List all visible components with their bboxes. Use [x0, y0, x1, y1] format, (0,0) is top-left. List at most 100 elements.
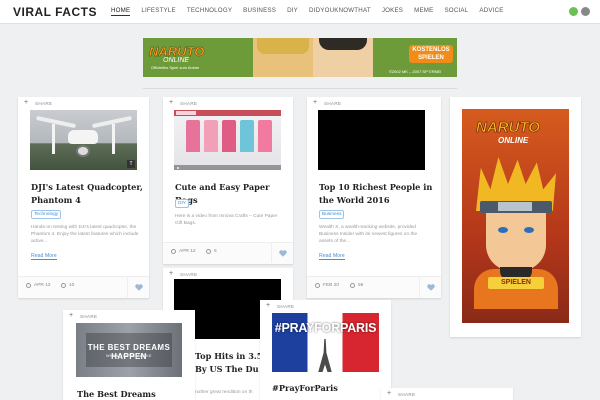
main-nav: HOME LIFESTYLE TECHNOLOGY BUSINESS DIY D… — [111, 7, 515, 16]
paper-bag — [204, 120, 218, 152]
banner-logo: NARUTO ONLINE Offizielles Spiel zum Anim… — [149, 44, 209, 70]
video-title-bar — [174, 110, 281, 116]
like-heart-icon[interactable] — [127, 277, 149, 297]
article-card-richest: + SHARE Top 10 Richest People in the Wor… — [307, 97, 441, 298]
nav-home[interactable]: HOME — [111, 7, 131, 16]
plus-icon[interactable]: + — [266, 302, 270, 309]
eye-icon — [61, 283, 66, 288]
nav-business[interactable]: BUSINESS — [243, 7, 276, 16]
plus-icon[interactable]: + — [169, 270, 173, 277]
category-tag[interactable]: Technology — [31, 210, 62, 219]
character-headband-plate — [498, 202, 532, 211]
banner-character-2 — [313, 38, 373, 77]
article-card-drone: + SHARE T DJI's Latest Quadcopter, Phant… — [18, 97, 149, 298]
share-link[interactable]: SHARE — [80, 314, 97, 319]
article-card-pray-for-paris: + SHARE #PRAYFORPARIS #PrayForParis — [260, 300, 391, 400]
card-title[interactable]: The Best Dreams Happen — [77, 388, 193, 400]
card-footer: APR 12 6 — [163, 242, 293, 264]
paper-bag — [240, 120, 254, 152]
card-share-bar: + SHARE — [163, 268, 293, 279]
nav-social[interactable]: SOCIAL — [444, 7, 468, 16]
like-heart-icon[interactable] — [419, 277, 441, 297]
read-more-link[interactable]: Read More — [319, 253, 345, 260]
nav-didyouknowthat[interactable]: DIDYOUKNOWTHAT — [309, 7, 371, 16]
paper-bags-thumbnail[interactable] — [174, 110, 281, 170]
nav-meme[interactable]: MEME — [414, 7, 433, 16]
character-face — [486, 211, 546, 271]
category-tag[interactable]: Business — [319, 210, 345, 219]
ad-logo-sub: ONLINE — [498, 136, 529, 145]
rss-icon[interactable] — [581, 7, 590, 16]
sidebar-ad-card: NARUTO ONLINE SPIELEN — [450, 97, 581, 337]
card-footer: FEB 20 59 — [307, 276, 441, 298]
nav-jokes[interactable]: JOKES — [382, 7, 403, 16]
banner-logo-sub: ONLINE — [163, 57, 190, 64]
character-eye — [524, 227, 534, 233]
nav-diy[interactable]: DIY — [287, 7, 298, 16]
nav-advice[interactable]: ADVICE — [479, 7, 503, 16]
channel-logo — [176, 111, 196, 115]
category-tag[interactable]: DIY — [175, 199, 189, 208]
card-footer: APR 12 10 — [18, 276, 149, 298]
card-title[interactable]: #PrayForParis — [272, 382, 388, 395]
share-link[interactable]: SHARE — [324, 101, 341, 106]
eye-icon — [350, 283, 355, 288]
thumb-headline: THE BEST DREAMS HAPPEN — [76, 343, 182, 361]
character-eye — [498, 227, 508, 233]
article-card-dreams: + SHARE THE BEST DREAMS HAPPEN WHEN YOU'… — [63, 310, 195, 400]
plus-icon[interactable]: + — [69, 312, 73, 319]
like-heart-icon[interactable] — [271, 243, 293, 263]
banner-logo-tagline: Offizielles Spiel zum Anime — [151, 65, 200, 70]
eiffel-tower-icon — [318, 339, 332, 372]
share-link[interactable]: SHARE — [35, 101, 52, 106]
video-badge-icon: T — [127, 160, 135, 168]
view-count: 10 — [69, 283, 75, 288]
paris-thumbnail[interactable]: #PRAYFORPARIS — [272, 313, 379, 372]
drone-leg — [112, 124, 115, 154]
share-link[interactable]: SHARE — [277, 304, 294, 309]
view-count: 59 — [358, 283, 364, 288]
card-excerpt: Hands-on testing with DJI's latest quadc… — [31, 225, 139, 244]
drone-thumbnail[interactable]: T — [30, 110, 137, 170]
banner-cta-button[interactable]: KOSTENLOS SPIELEN — [409, 45, 453, 63]
card-share-bar: + SHARE — [18, 97, 149, 108]
drone-leg — [52, 124, 55, 154]
paper-bag — [258, 120, 272, 152]
plus-icon[interactable]: + — [24, 99, 28, 106]
share-link[interactable]: SHARE — [180, 272, 197, 277]
ad-play-button[interactable]: SPIELEN — [488, 277, 544, 289]
video-controls[interactable] — [174, 165, 281, 170]
paper-bag — [222, 120, 236, 152]
card-title[interactable]: Cute and Easy Paper Bags — [175, 181, 287, 207]
thumb-subline: WHEN YOU'RE AWAKE — [106, 354, 152, 358]
richest-thumbnail[interactable] — [318, 110, 425, 170]
banner-ad[interactable]: NARUTO ONLINE Offizielles Spiel zum Anim… — [143, 38, 457, 77]
post-date: APR 12 — [179, 249, 196, 254]
card-excerpt: Wealth X, a wealth-tracking website, pro… — [319, 225, 418, 244]
site-header: VIRAL FACTS HOME LIFESTYLE TECHNOLOGY BU… — [0, 0, 600, 24]
play-icon[interactable] — [177, 167, 180, 169]
paper-bag — [186, 120, 200, 152]
read-more-link[interactable]: Read More — [31, 253, 57, 260]
plus-icon[interactable]: + — [387, 390, 391, 397]
article-card-paper-bags: + SHARE Cute and Easy Paper Bags DIY Her… — [163, 97, 293, 264]
post-date: FEB 20 — [323, 283, 339, 288]
clock-icon — [171, 249, 176, 254]
card-title[interactable]: DJI's Latest Quadcopter, Phantom 4 — [31, 181, 143, 207]
share-link[interactable]: SHARE — [398, 392, 415, 397]
drone-arm — [36, 115, 76, 129]
card-share-bar: + SHARE — [307, 97, 441, 108]
nav-lifestyle[interactable]: LIFESTYLE — [141, 7, 175, 16]
plus-icon[interactable]: + — [169, 99, 173, 106]
post-date: APR 12 — [34, 283, 51, 288]
plus-icon[interactable]: + — [313, 99, 317, 106]
nav-technology[interactable]: TECHNOLOGY — [187, 7, 232, 16]
mail-icon[interactable] — [569, 7, 578, 16]
eye-icon — [206, 249, 211, 254]
view-count: 6 — [214, 249, 217, 254]
share-link[interactable]: SHARE — [180, 101, 197, 106]
dreams-thumbnail[interactable]: THE BEST DREAMS HAPPEN WHEN YOU'RE AWAKE — [76, 323, 182, 377]
site-logo[interactable]: VIRAL FACTS — [13, 5, 97, 19]
sidebar-ad[interactable]: NARUTO ONLINE SPIELEN — [462, 109, 569, 323]
card-title[interactable]: Top 10 Richest People in the World 2016 — [319, 181, 435, 207]
